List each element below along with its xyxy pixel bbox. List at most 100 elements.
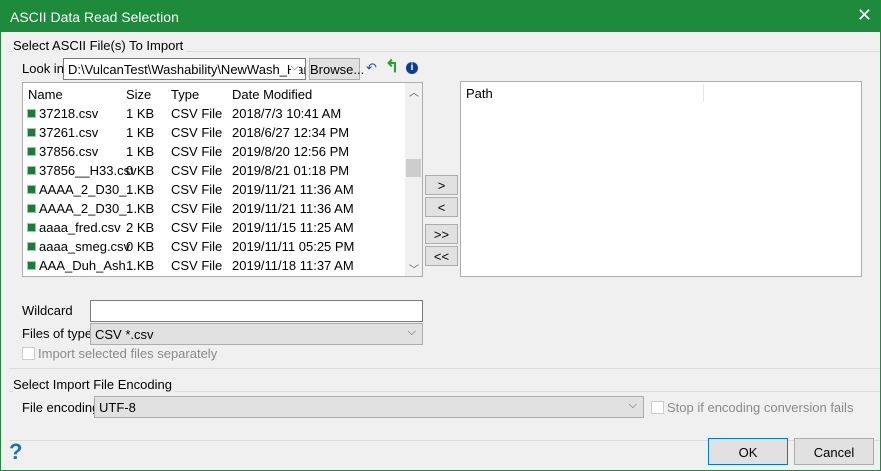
file-name: AAA_Duh_Ash... [27,258,137,273]
column-header-name[interactable]: Name [28,87,63,102]
stop-on-failure-label: Stop if encoding conversion fails [667,400,854,415]
look-in-combo[interactable]: D:\VulcanTest\Washability\NewWash_Harp ⌵ [63,58,306,80]
file-list[interactable]: Name Size Type Date Modified 37218.csv 1… [22,82,423,277]
file-date: 2019/8/20 12:56 PM [232,144,350,159]
file-name: aaaa_smeg.csv [27,239,130,254]
browse-button[interactable]: Browse... [309,58,364,80]
column-header-date[interactable]: Date Modified [232,87,312,102]
file-type: CSV File [171,106,223,121]
file-name: aaaa_fred.csv [27,220,121,235]
close-icon[interactable]: ✕ [857,5,872,26]
column-header-type[interactable]: Type [171,87,199,102]
file-size: 1 KB [126,144,155,159]
file-type: CSV File [171,258,223,273]
file-name: AAAA_2_D30_... [27,182,137,197]
file-list-header: Name Size Type Date Modified [23,85,406,104]
file-date: 2018/7/3 10:41 AM [232,106,342,121]
file-size: 1 KB [126,106,155,121]
file-row[interactable]: 37261.csv 1 KB CSV File 2018/6/27 12:34 … [23,123,406,142]
file-size: 1 KB [126,125,155,140]
file-row[interactable]: aaaa_smeg.csv 0 KB CSV File 2019/11/11 0… [23,237,406,256]
import-separately-label: Import selected files separately [38,346,218,361]
wildcard-input[interactable] [90,300,423,322]
file-date: 2019/11/21 11:36 AM [232,182,354,197]
file-size: 0 KB [126,239,155,254]
file-name: 37856.csv [27,144,98,159]
files-of-type-select[interactable]: CSV *.csv ⌵ [90,323,423,345]
file-row[interactable]: 37218.csv 1 KB CSV File 2018/7/3 10:41 A… [23,104,406,123]
file-name: AAAA_2_D30_... [27,201,137,216]
file-encoding-value: UTF-8 [99,400,136,415]
file-type: CSV File [171,239,223,254]
file-row[interactable]: AAAA_2_D30_... 1 KB CSV File 2019/11/21 … [23,180,406,199]
ok-button[interactable]: OK [708,438,788,465]
csv-file-icon [27,185,36,194]
import-group-label: Select ASCII File(s) To Import [13,38,187,53]
undo-icon[interactable]: ↶ [366,60,377,76]
files-of-type-label: Files of type [22,326,93,341]
file-encoding-select[interactable]: UTF-8 ⌵ [94,396,644,418]
file-type: CSV File [171,163,223,178]
file-name: 37856__H33.csv [27,163,137,178]
file-size: 2 KB [126,220,155,235]
file-row[interactable]: AAA_Duh_Ash... 1 KB CSV File 2019/11/18 … [23,256,406,275]
csv-file-icon [27,223,36,232]
file-date: 2019/8/21 01:18 PM [232,163,350,178]
encoding-group-label: Select Import File Encoding [13,377,175,392]
file-type: CSV File [171,201,223,216]
title-bar: ASCII Data Read Selection ✕ [1,1,880,32]
file-row[interactable]: aaaa_fred.csv 2 KB CSV File 2019/11/15 1… [23,218,406,237]
file-list-scrollbar[interactable]: ︿ ﹀ [405,83,422,276]
file-row[interactable]: 37856.csv 1 KB CSV File 2019/8/20 12:56 … [23,142,406,161]
file-date: 2019/11/18 11:37 AM [232,258,354,273]
wildcard-label: Wildcard [22,303,73,318]
look-in-value: D:\VulcanTest\Washability\NewWash_Harp [68,62,306,77]
file-encoding-label: File encoding [22,400,100,415]
info-icon[interactable]: i [406,62,418,74]
csv-file-icon [27,166,36,175]
checkbox-box[interactable] [22,347,35,360]
file-name: 37261.csv [27,125,98,140]
chevron-down-icon: ⌵ [628,399,637,411]
file-size: 1 KB [126,182,155,197]
file-type: CSV File [171,125,223,140]
file-size: 0 KB [126,163,155,178]
file-date: 2019/11/11 05:25 PM [232,239,355,254]
selected-files-list[interactable]: Path [460,81,862,277]
files-of-type-value: CSV *.csv [95,327,154,342]
add-all-button[interactable]: >> [425,224,458,244]
chevron-down-icon: ⌵ [290,61,299,74]
cancel-button[interactable]: Cancel [794,438,874,465]
look-in-label: Look in [22,61,64,76]
help-icon[interactable]: ? [9,439,22,465]
file-size: 1 KB [126,201,155,216]
chevron-down-icon: ⌵ [407,326,416,338]
column-divider [703,84,704,102]
remove-button[interactable]: < [425,197,458,217]
csv-file-icon [27,204,36,213]
file-row[interactable]: AAAA_2_D30_... 1 KB CSV File 2019/11/21 … [23,199,406,218]
path-column-header[interactable]: Path [466,86,493,101]
stop-on-failure-checkbox[interactable]: Stop if encoding conversion fails [651,400,853,415]
csv-file-icon [27,242,36,251]
file-date: 2018/6/27 12:34 PM [232,125,350,140]
file-type: CSV File [171,144,223,159]
file-row[interactable]: 37856__H33.csv 0 KB CSV File 2019/8/21 0… [23,161,406,180]
up-folder-icon[interactable]: ↰ [385,57,399,77]
import-separately-checkbox[interactable]: Import selected files separately [22,346,217,361]
scroll-down-icon[interactable]: ﹀ [409,261,419,276]
checkbox-box[interactable] [651,401,664,414]
csv-file-icon [27,109,36,118]
scrollbar-thumb[interactable] [406,159,421,177]
file-type: CSV File [171,182,223,197]
csv-file-icon [27,147,36,156]
add-button[interactable]: > [425,175,458,195]
file-date: 2019/11/21 11:36 AM [232,201,354,216]
remove-all-button[interactable]: << [425,246,458,266]
file-type: CSV File [171,220,223,235]
column-header-size[interactable]: Size [126,87,151,102]
dialog-title: ASCII Data Read Selection [10,9,179,25]
scroll-up-icon[interactable]: ︿ [409,84,419,99]
csv-file-icon [27,261,36,270]
file-date: 2019/11/15 11:25 AM [232,220,354,235]
